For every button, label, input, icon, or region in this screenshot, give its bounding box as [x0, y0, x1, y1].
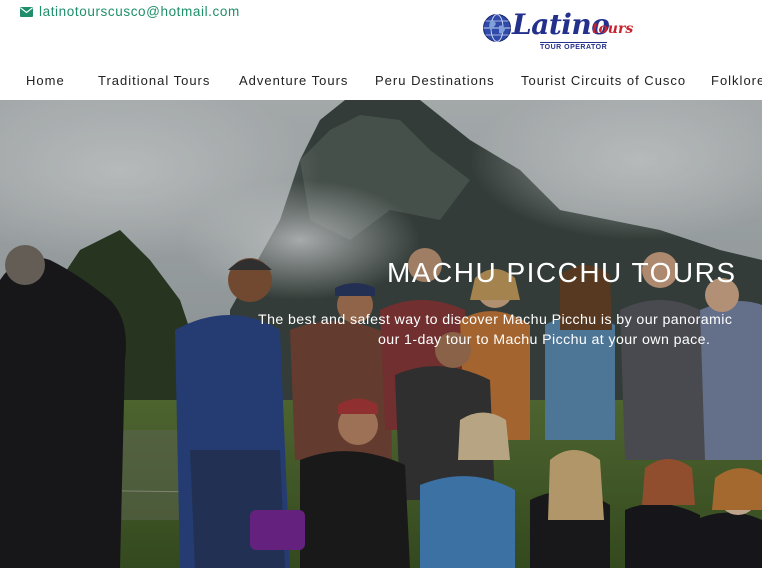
envelope-icon — [20, 6, 33, 17]
hero-title: MACHU PICCHU TOURS — [387, 257, 737, 288]
logo-brand-suffix: tours — [592, 21, 634, 37]
nav-item-tourist-circuits[interactable]: Tourist Circuits of Cusco — [521, 73, 686, 88]
top-bar: latinotourscusco@hotmail.com Latino tour… — [0, 0, 762, 51]
nav-item-peru-destinations[interactable]: Peru Destinations — [375, 73, 495, 88]
logo[interactable]: Latino tours TOUR OPERATOR — [482, 8, 634, 52]
hero-banner: MACHU PICCHU TOURS The best and safest w… — [0, 100, 762, 568]
logo-tagline: TOUR OPERATOR — [540, 42, 608, 51]
nav-item-home[interactable]: Home — [26, 73, 65, 88]
email-text: latinotourscusco@hotmail.com — [39, 4, 240, 19]
nav-item-folklore[interactable]: Folklore — [711, 73, 762, 88]
globe-icon — [482, 13, 512, 43]
nav-item-adventure-tours[interactable]: Adventure Tours — [239, 73, 348, 88]
hero-subtitle-line-1: The best and safest way to discover Mach… — [258, 312, 733, 328]
email-link[interactable]: latinotourscusco@hotmail.com — [20, 4, 240, 19]
nav-item-traditional-tours[interactable]: Traditional Tours — [98, 73, 210, 88]
main-nav: Home Traditional Tours Adventure Tours P… — [0, 60, 762, 100]
hero-subtitle-line-2: our 1-day tour to Machu Picchu at your o… — [378, 332, 711, 348]
